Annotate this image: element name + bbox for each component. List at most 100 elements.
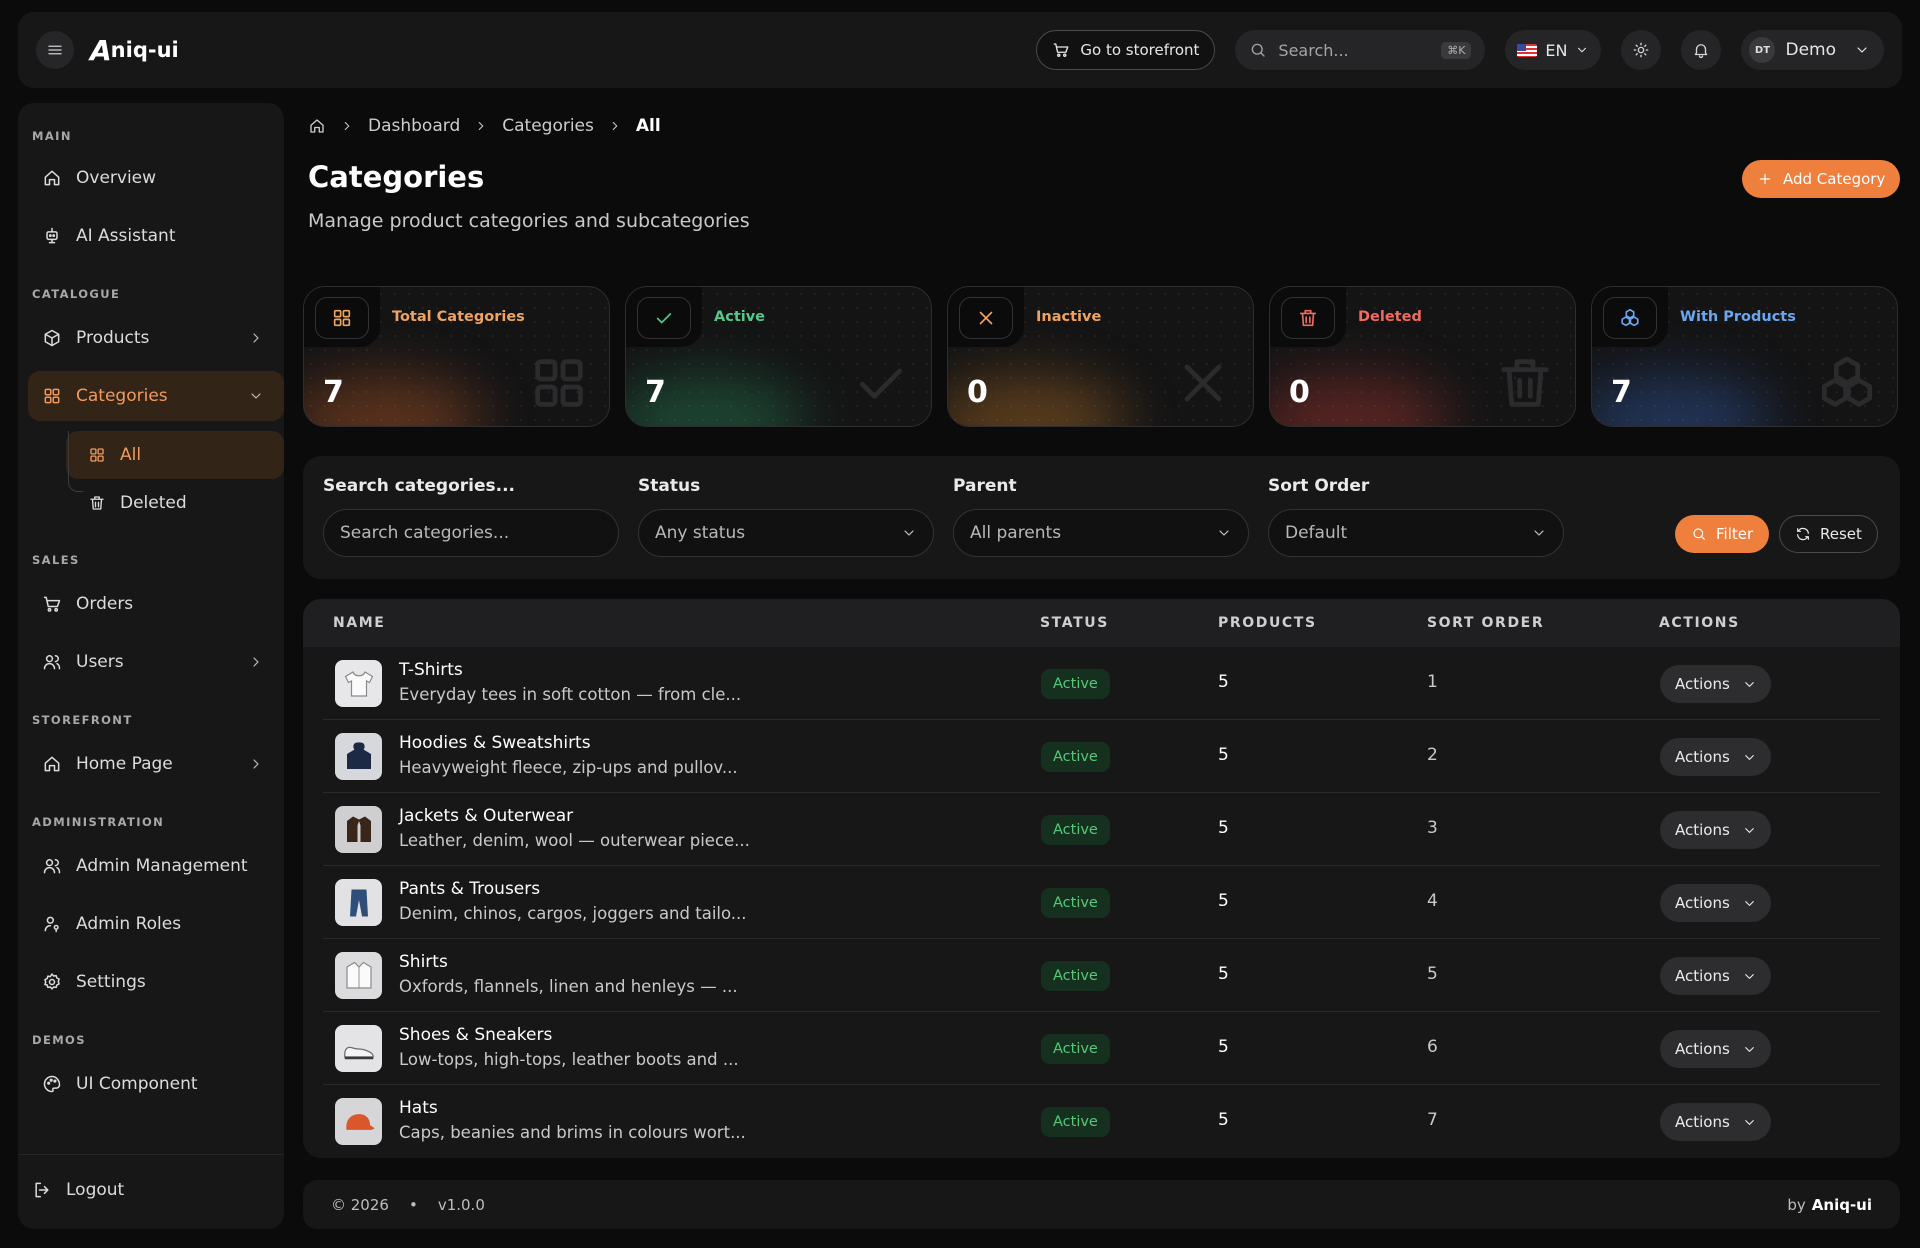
sort-order-value: 7 (1427, 1110, 1438, 1130)
stat-label: Deleted (1358, 309, 1422, 325)
actions-dropdown-button[interactable]: Actions (1660, 738, 1771, 776)
filter-button[interactable]: Filter (1675, 515, 1770, 553)
parent-selected-value: All parents (970, 523, 1062, 543)
logout-label: Logout (66, 1180, 125, 1200)
chevron-down-icon (1578, 47, 1587, 53)
actions-dropdown-button[interactable]: Actions (1660, 1030, 1771, 1068)
stats-row: Total Categories 7 Active 7 Inactive 0 D… (303, 286, 1898, 427)
hamburger-icon (48, 45, 62, 55)
logout-section: Logout (18, 1154, 284, 1215)
table-row[interactable]: Shirts Oxfords, flannels, linen and henl… (323, 939, 1880, 1012)
footer-author-link[interactable]: Aniq-ui (1812, 1196, 1872, 1214)
sidebar-subitem-all[interactable]: All (66, 431, 284, 479)
stat-value: 7 (645, 375, 666, 410)
actions-dropdown-button[interactable]: Actions (1660, 1103, 1771, 1141)
category-name[interactable]: Jackets & Outerwear (399, 806, 573, 826)
actions-dropdown-button[interactable]: Actions (1660, 811, 1771, 849)
table-row[interactable]: Hoodies & Sweatshirts Heavyweight fleece… (323, 720, 1880, 793)
language-label: EN (1545, 40, 1568, 60)
column-header-status[interactable]: STATUS (1040, 615, 1109, 631)
logout-button[interactable]: Logout (18, 1165, 284, 1215)
status-badge: Active (1041, 888, 1110, 918)
actions-dropdown-button[interactable]: Actions (1660, 884, 1771, 922)
sidebar-item-products[interactable]: Products (18, 313, 284, 363)
stat-value: 0 (1289, 375, 1310, 410)
global-search-input[interactable]: Search... ⌘K (1235, 30, 1486, 70)
bell-icon (1695, 44, 1708, 59)
sidebar-item-ui-component[interactable]: UI Component (18, 1059, 284, 1109)
products-count: 5 (1218, 672, 1229, 692)
sidebar-item-overview[interactable]: Overview (18, 153, 284, 203)
notifications-button[interactable] (1681, 30, 1722, 70)
theme-toggle-button[interactable] (1621, 30, 1662, 70)
chevron-down-icon (1534, 530, 1544, 536)
sort-order-value: 6 (1427, 1037, 1438, 1057)
page-title: Categories (308, 160, 485, 194)
column-header-products[interactable]: PRODUCTS (1218, 615, 1317, 631)
categories-submenu: All Deleted (46, 431, 284, 527)
chevron-down-icon (1219, 530, 1229, 536)
category-name[interactable]: Pants & Trousers (399, 879, 540, 899)
category-name[interactable]: Shirts (399, 952, 448, 972)
sidebar-item-settings[interactable]: Settings (18, 957, 284, 1007)
category-name[interactable]: Hats (399, 1098, 438, 1118)
section-title-administration: ADMINISTRATION (32, 815, 165, 829)
category-name[interactable]: Hoodies & Sweatshirts (399, 733, 591, 753)
shirt-icon (345, 961, 372, 989)
search-placeholder: Search categories... (340, 523, 510, 543)
table-row[interactable]: Hats Caps, beanies and brims in colours … (323, 1085, 1880, 1158)
user-menu-button[interactable]: DT Demo (1741, 30, 1884, 70)
column-header-actions: ACTIONS (1659, 615, 1740, 631)
sidebar-item-admin-roles[interactable]: Admin Roles (18, 899, 284, 949)
card-icon-box (1603, 297, 1657, 339)
grid-icon (90, 448, 104, 462)
products-count: 5 (1218, 818, 1229, 838)
table-row[interactable]: Shoes & Sneakers Low-tops, high-tops, le… (323, 1012, 1880, 1085)
sidebar-item-orders[interactable]: Orders (18, 579, 284, 629)
filter-search-group: Search categories... Search categories..… (323, 476, 619, 557)
section-title-catalogue: CATALOGUE (32, 287, 121, 301)
brand-logo[interactable]: A niq-ui (90, 34, 179, 67)
category-search-input[interactable]: Search categories... (323, 509, 619, 557)
users-icon (43, 859, 61, 874)
trash-watermark-icon (1501, 359, 1549, 407)
home-icon[interactable] (308, 117, 326, 135)
language-selector[interactable]: EN (1505, 30, 1602, 70)
breadcrumb-categories[interactable]: Categories (502, 116, 594, 136)
sidebar-item-home-page[interactable]: Home Page (18, 739, 284, 789)
copyright: © 2026 (331, 1195, 389, 1214)
column-header-sort-order[interactable]: SORT ORDER (1427, 615, 1544, 631)
menu-toggle-button[interactable] (36, 31, 74, 69)
sidebar-item-categories[interactable]: Categories (28, 371, 284, 421)
status-select[interactable]: Any status (638, 509, 934, 557)
footer-credit: by Aniq-ui (1787, 1196, 1872, 1214)
stat-card-deleted: Deleted 0 (1269, 286, 1576, 427)
sidebar-item-users[interactable]: Users (18, 637, 284, 687)
table-row[interactable]: T-Shirts Everyday tees in soft cotton — … (323, 647, 1880, 720)
chevron-down-icon (251, 393, 261, 399)
brand-mark: A (90, 33, 112, 67)
parent-select[interactable]: All parents (953, 509, 1249, 557)
filter-button-label: Filter (1716, 525, 1754, 543)
breadcrumb-dashboard[interactable]: Dashboard (368, 116, 460, 136)
sidebar-subitem-deleted[interactable]: Deleted (66, 479, 284, 527)
category-name[interactable]: T-Shirts (399, 660, 463, 680)
category-description: Everyday tees in soft cotton — from cle.… (399, 685, 742, 704)
actions-dropdown-button[interactable]: Actions (1660, 665, 1771, 703)
status-badge: Active (1041, 961, 1110, 991)
grid-icon (333, 309, 351, 327)
table-row[interactable]: Jackets & Outerwear Leather, denim, wool… (323, 793, 1880, 866)
column-header-name[interactable]: NAME (333, 615, 385, 631)
sort-order-select[interactable]: Default (1268, 509, 1564, 557)
chevron-down-icon (1744, 754, 1754, 760)
actions-dropdown-button[interactable]: Actions (1660, 957, 1771, 995)
add-category-button[interactable]: Add Category (1742, 160, 1901, 198)
category-name[interactable]: Shoes & Sneakers (399, 1025, 552, 1045)
table-row[interactable]: Pants & Trousers Denim, chinos, cargos, … (323, 866, 1880, 939)
reset-button[interactable]: Reset (1779, 515, 1878, 553)
sidebar-item-admin-management[interactable]: Admin Management (18, 841, 284, 891)
logout-icon (35, 1182, 49, 1198)
products-count: 5 (1218, 745, 1229, 765)
go-to-storefront-button[interactable]: Go to storefront (1036, 30, 1216, 70)
sidebar-item-ai-assistant[interactable]: AI Assistant (18, 211, 284, 261)
